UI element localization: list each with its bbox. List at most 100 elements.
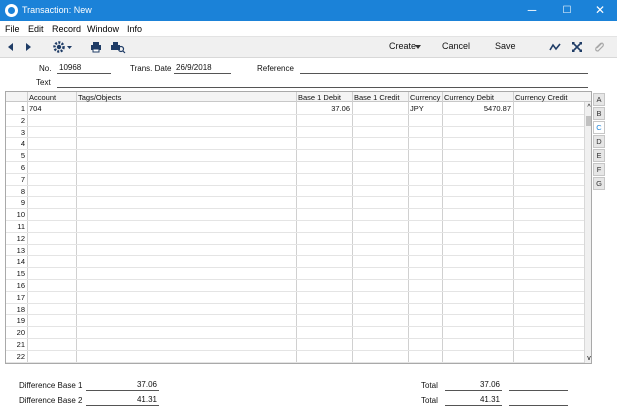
col-currency[interactable]: Currency xyxy=(410,93,440,102)
row-number: 6 xyxy=(20,163,25,172)
table-row[interactable]: 15 xyxy=(6,268,584,280)
transaction-grid: Account Tags/Objects Base 1 Debit Base 1… xyxy=(5,91,592,364)
row-number: 21 xyxy=(16,340,25,349)
no-label: No. xyxy=(39,64,52,73)
save-button[interactable]: Save xyxy=(495,41,516,51)
minimize-button[interactable]: ─ xyxy=(515,0,549,21)
window-title: Transaction: New xyxy=(22,5,92,15)
close-button[interactable]: ✕ xyxy=(583,0,617,21)
table-row[interactable]: 14 xyxy=(6,256,584,269)
currency-cell[interactable]: JPY xyxy=(410,104,440,113)
card-tab-c[interactable]: C xyxy=(593,121,605,134)
expand-icon[interactable] xyxy=(571,40,583,54)
text-label: Text xyxy=(36,78,51,87)
col-currency-credit[interactable]: Currency Credit xyxy=(515,93,568,102)
row-number: 17 xyxy=(16,292,25,302)
row-number: 12 xyxy=(16,233,25,243)
scroll-up-icon[interactable]: ^ xyxy=(585,104,591,111)
table-row[interactable]: 13 xyxy=(6,245,584,257)
row-number: 11 xyxy=(17,222,25,231)
table-row[interactable]: 17 xyxy=(6,292,584,304)
menu-file[interactable]: File xyxy=(5,24,20,34)
create-button[interactable]: Create xyxy=(389,41,416,51)
row-number: 2 xyxy=(20,115,25,125)
table-row[interactable]: 12 xyxy=(6,233,584,245)
card-tab-a[interactable]: A xyxy=(593,93,605,106)
vertical-scrollbar[interactable]: ^ v xyxy=(584,102,591,363)
menu-edit[interactable]: Edit xyxy=(28,24,44,34)
col-currency-debit[interactable]: Currency Debit xyxy=(444,93,494,102)
table-row[interactable]: 19 xyxy=(6,315,584,328)
difference-base2-label: Difference Base 2 xyxy=(19,396,83,405)
row-number: 16 xyxy=(16,281,25,290)
scroll-thumb[interactable] xyxy=(586,116,591,126)
table-row[interactable]: 16 xyxy=(6,280,584,292)
chevron-down-icon[interactable] xyxy=(415,45,422,59)
account-cell[interactable]: 704 xyxy=(29,104,75,113)
table-row[interactable]: 1 704 37.06 JPY 5470.87 xyxy=(6,103,584,115)
reference-field[interactable] xyxy=(300,63,588,74)
card-tab-d[interactable]: D xyxy=(593,135,605,148)
menu-record[interactable]: Record xyxy=(52,24,81,34)
currency-debit-cell[interactable]: 5470.87 xyxy=(444,104,511,113)
difference-base1-value: 37.06 xyxy=(86,380,159,391)
row-number: 22 xyxy=(16,351,25,361)
col-base1-credit[interactable]: Base 1 Credit xyxy=(354,93,399,102)
base1-debit-cell[interactable]: 37.06 xyxy=(298,104,350,113)
total-base1-debit: 37.06 xyxy=(445,380,502,391)
maximize-button[interactable]: ☐ xyxy=(550,0,584,21)
row-number: 5 xyxy=(20,151,25,161)
trans-date-field[interactable]: 26/9/2018 xyxy=(174,63,231,74)
print-icon[interactable] xyxy=(90,40,102,54)
card-tab-e[interactable]: E xyxy=(593,149,605,162)
table-row[interactable]: 20 xyxy=(6,327,584,339)
chart-icon[interactable] xyxy=(549,40,561,54)
row-number: 19 xyxy=(16,316,25,326)
table-row[interactable]: 8 xyxy=(6,186,584,198)
print-preview-icon[interactable] xyxy=(110,40,126,54)
total-base2-debit: 41.31 xyxy=(445,395,502,406)
menu-info[interactable]: Info xyxy=(127,24,142,34)
right-arrow-icon[interactable] xyxy=(25,40,33,54)
total-label: Total xyxy=(421,396,438,405)
table-row[interactable]: 10 xyxy=(6,209,584,221)
card-tab-g[interactable]: G xyxy=(593,177,605,190)
table-row[interactable]: 3 xyxy=(6,127,584,139)
table-row[interactable]: 21 xyxy=(6,339,584,351)
col-tags-objects[interactable]: Tags/Objects xyxy=(78,93,121,102)
table-row[interactable]: 4 xyxy=(6,138,584,151)
row-number: 7 xyxy=(20,174,25,184)
scroll-down-icon[interactable]: v xyxy=(585,355,591,362)
gear-icon[interactable] xyxy=(52,40,74,54)
row-number: 1 xyxy=(20,104,25,113)
table-row[interactable]: 6 xyxy=(6,162,584,174)
table-row[interactable]: 11 xyxy=(6,221,584,233)
table-row[interactable]: 9 xyxy=(6,197,584,210)
cancel-button[interactable]: Cancel xyxy=(442,41,470,51)
trans-date-label: Trans. Date xyxy=(130,64,172,73)
title-bar: Transaction: New ─ ☐ ✕ xyxy=(0,0,617,21)
card-tab-f[interactable]: F xyxy=(593,163,605,176)
row-number: 13 xyxy=(16,245,25,255)
app-icon xyxy=(5,4,18,17)
table-row[interactable]: 22 xyxy=(6,351,584,363)
left-arrow-icon[interactable] xyxy=(6,40,14,54)
row-number: 4 xyxy=(20,139,25,149)
table-row[interactable]: 18 xyxy=(6,304,584,316)
attachment-icon[interactable] xyxy=(593,40,605,54)
no-field[interactable]: 10968 xyxy=(57,63,111,74)
card-tab-b[interactable]: B xyxy=(593,107,605,120)
row-number: 3 xyxy=(20,127,25,137)
menu-window[interactable]: Window xyxy=(87,24,119,34)
col-account[interactable]: Account xyxy=(29,93,56,102)
table-row[interactable]: 5 xyxy=(6,150,584,162)
table-row[interactable]: 2 xyxy=(6,115,584,127)
col-base1-debit[interactable]: Base 1 Debit xyxy=(298,93,341,102)
row-number: 20 xyxy=(16,328,25,338)
text-field[interactable] xyxy=(57,77,588,88)
total-base1-credit xyxy=(509,380,568,391)
menu-bar: File Edit Record Window Info xyxy=(0,21,617,36)
difference-base2-value: 41.31 xyxy=(86,395,159,406)
table-row[interactable]: 7 xyxy=(6,174,584,186)
total-base2-credit xyxy=(509,395,568,406)
